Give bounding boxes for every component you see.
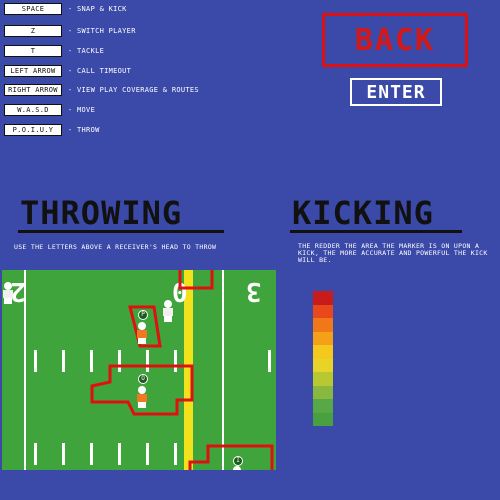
receiver-letter-badge: O — [138, 374, 148, 384]
key-right-arrow: RIGHT ARROW — [4, 84, 62, 96]
kicking-caption: THE REDDER THE AREA THE MARKER IS ON UPO… — [298, 242, 488, 264]
control-action: - VIEW PLAY COVERAGE & ROUTES — [68, 86, 199, 94]
key-left-arrow: LEFT ARROW — [4, 65, 62, 77]
back-button[interactable]: BACK — [322, 13, 468, 67]
control-row: Z - SWITCH PLAYER — [4, 25, 136, 37]
kick-meter-segment — [313, 304, 333, 318]
kick-meter-segment — [313, 412, 333, 426]
kick-meter-segment — [313, 372, 333, 386]
kick-meter-segment — [313, 318, 333, 332]
back-button-label: BACK — [354, 22, 436, 58]
control-action: - SWITCH PLAYER — [68, 27, 136, 35]
coverage-zone — [178, 270, 214, 290]
throwing-caption: USE THE LETTERS ABOVE A RECEIVER'S HEAD … — [14, 243, 217, 251]
control-row: LEFT ARROW - CALL TIMEOUT — [4, 65, 131, 77]
throwing-underline — [18, 230, 224, 233]
coverage-zones — [90, 270, 274, 470]
defender-sprite — [2, 282, 14, 304]
key-z: Z — [4, 25, 62, 37]
key-poiuy: P.O.I.U.Y — [4, 124, 62, 136]
control-row: W.A.S.D - MOVE — [4, 104, 95, 116]
kick-meter-segment — [313, 291, 333, 305]
throwing-field-illustration: 2 0 3 P O I — [2, 270, 276, 470]
control-row: P.O.I.U.Y - THROW — [4, 124, 100, 136]
control-row: RIGHT ARROW - VIEW PLAY COVERAGE & ROUTE… — [4, 84, 199, 96]
key-wasd: W.A.S.D — [4, 104, 62, 116]
receiver-sprite — [136, 386, 148, 408]
defender-sprite — [162, 300, 174, 322]
control-action: - TACKLE — [68, 47, 105, 55]
control-action: - SNAP & KICK — [68, 5, 127, 13]
control-row: SPACE - SNAP & KICK — [4, 3, 127, 15]
kick-meter-segment — [313, 345, 333, 359]
kicking-title: KICKING — [292, 194, 434, 232]
receiver-letter-badge: P — [138, 310, 148, 320]
kick-meter-segment — [313, 331, 333, 345]
kick-meter-segment — [313, 399, 333, 413]
control-action: - MOVE — [68, 106, 96, 114]
kick-meter-segment — [313, 385, 333, 399]
enter-button[interactable]: ENTER — [350, 78, 442, 106]
control-action: - THROW — [68, 126, 100, 134]
throwing-title: THROWING — [20, 194, 183, 232]
key-t: T — [4, 45, 62, 57]
receiver-letter-badge: I — [233, 456, 243, 466]
enter-button-label: ENTER — [352, 80, 440, 104]
control-action: - CALL TIMEOUT — [68, 67, 132, 75]
control-row: T - TACKLE — [4, 45, 104, 57]
key-space: SPACE — [4, 3, 62, 15]
receiver-sprite — [231, 466, 243, 470]
kicking-underline — [290, 230, 462, 233]
kick-meter-segment — [313, 358, 333, 372]
receiver-sprite — [136, 322, 148, 344]
